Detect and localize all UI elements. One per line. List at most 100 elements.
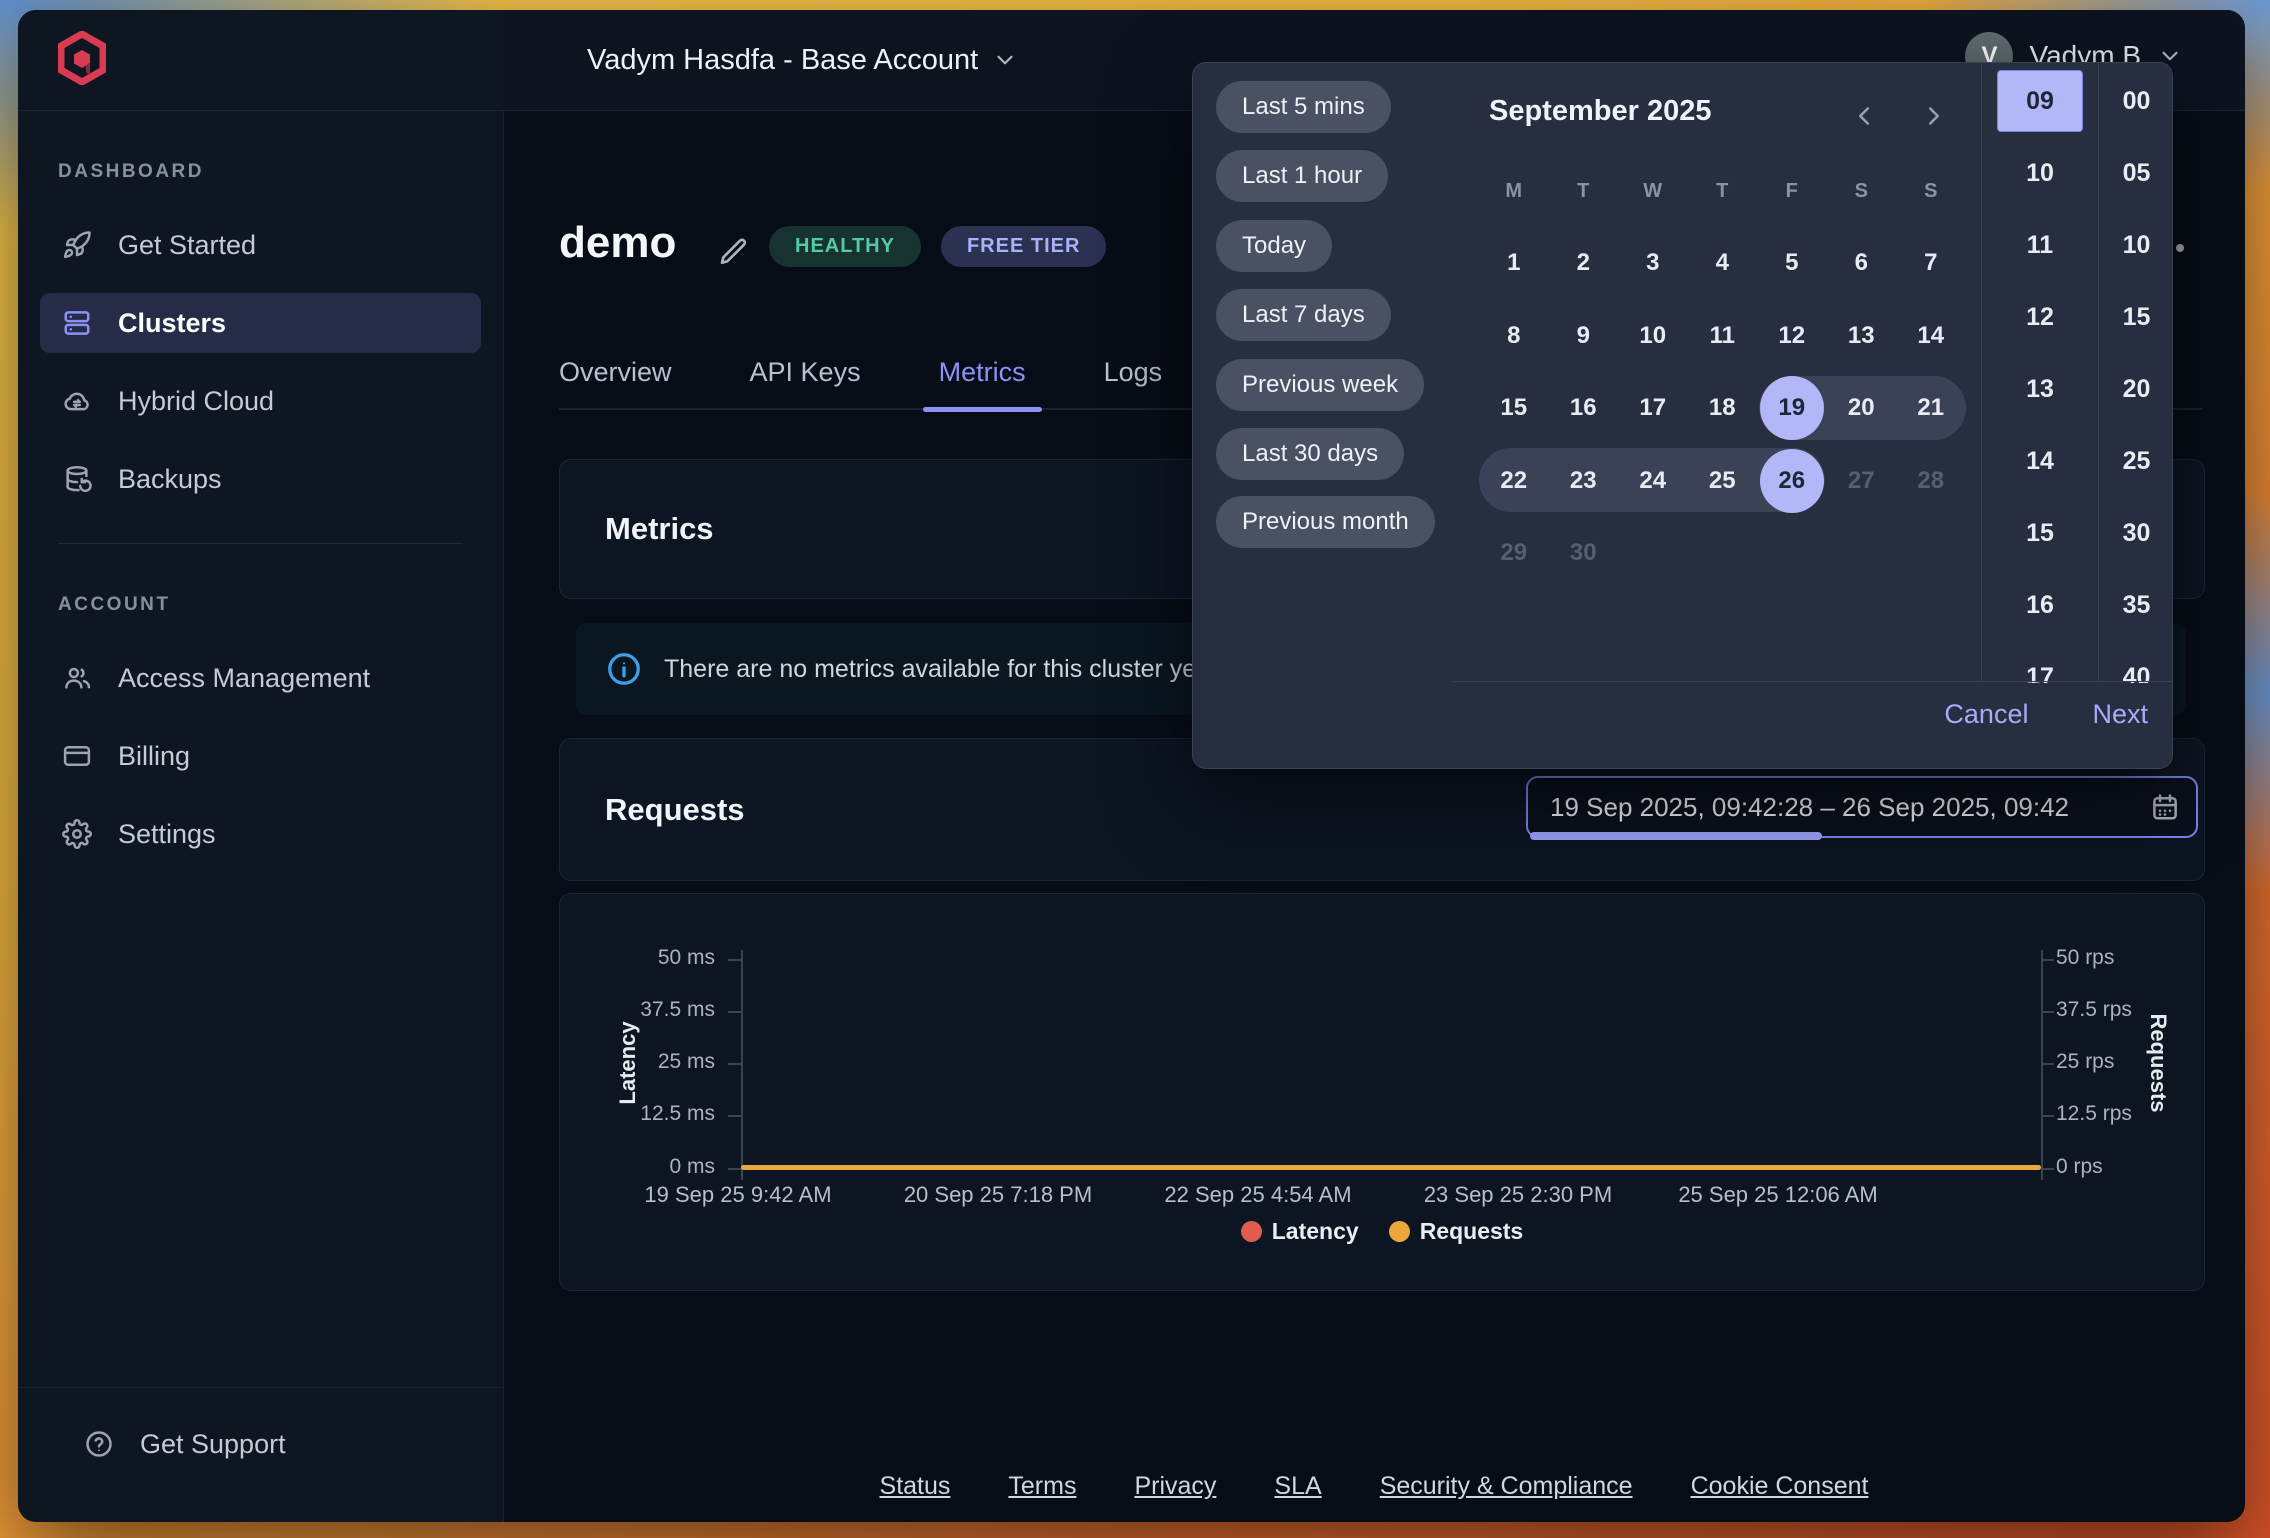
cancel-button[interactable]: Cancel bbox=[1944, 699, 2028, 730]
calendar-day[interactable]: 4 bbox=[1716, 249, 1729, 277]
legend-item-requests[interactable]: Requests bbox=[1389, 1218, 1524, 1245]
quickrange-last-7-days[interactable]: Last 7 days bbox=[1216, 289, 1391, 341]
hour-option[interactable]: 14 bbox=[1982, 425, 2098, 497]
calendar-day[interactable]: 18 bbox=[1709, 394, 1736, 422]
chevron-down-icon bbox=[992, 47, 1018, 73]
footer-link-security-compliance[interactable]: Security & Compliance bbox=[1380, 1472, 1633, 1501]
hour-option[interactable]: 15 bbox=[1982, 497, 2098, 569]
footer-link-terms[interactable]: Terms bbox=[1008, 1472, 1076, 1501]
footer-link-sla[interactable]: SLA bbox=[1274, 1472, 1321, 1501]
minute-option[interactable]: 30 bbox=[2099, 497, 2174, 569]
quickrange-last-30-days[interactable]: Last 30 days bbox=[1216, 428, 1404, 480]
footer-link-status[interactable]: Status bbox=[880, 1472, 951, 1501]
footer-link-cookie-consent[interactable]: Cookie Consent bbox=[1691, 1472, 1869, 1501]
calendar-day[interactable]: 23 bbox=[1570, 467, 1597, 495]
calendar-day[interactable]: 13 bbox=[1848, 322, 1875, 350]
minute-option[interactable]: 10 bbox=[2099, 209, 2174, 281]
calendar-cell: 17 bbox=[1618, 372, 1688, 445]
tab-metrics[interactable]: Metrics bbox=[939, 357, 1026, 388]
hour-option[interactable]: 10 bbox=[1982, 137, 2098, 209]
calendar-day[interactable]: 25 bbox=[1709, 467, 1736, 495]
calendar-day[interactable]: 15 bbox=[1500, 394, 1527, 422]
sidebar-item-backups[interactable]: Backups bbox=[40, 449, 481, 509]
hour-option[interactable]: 11 bbox=[1982, 209, 2098, 281]
calendar-day[interactable]: 24 bbox=[1639, 467, 1666, 495]
calendar-day[interactable]: 2 bbox=[1577, 249, 1590, 277]
tab-overview[interactable]: Overview bbox=[559, 357, 672, 388]
hour-option[interactable]: 13 bbox=[1982, 353, 2098, 425]
calendar-day[interactable]: 9 bbox=[1577, 322, 1590, 350]
minute-option[interactable]: 15 bbox=[2099, 281, 2174, 353]
minute-option[interactable]: 40 bbox=[2099, 641, 2174, 683]
sidebar-item-label: Clusters bbox=[118, 308, 226, 339]
minute-option[interactable]: 00 bbox=[2099, 65, 2174, 137]
sidebar-item-get-support[interactable]: Get Support bbox=[62, 1414, 459, 1474]
hour-option[interactable]: 09 bbox=[1982, 65, 2098, 137]
hour-option[interactable]: 12 bbox=[1982, 281, 2098, 353]
quickrange-last-1-hour[interactable]: Last 1 hour bbox=[1216, 150, 1388, 202]
calendar-day[interactable]: 1 bbox=[1507, 249, 1520, 277]
calendar-day[interactable]: 10 bbox=[1639, 322, 1666, 350]
calendar-day[interactable]: 3 bbox=[1646, 249, 1659, 277]
quickrange-previous-week[interactable]: Previous week bbox=[1216, 359, 1424, 411]
sidebar-section-label: ACCOUNT bbox=[58, 594, 503, 616]
hour-option[interactable]: 17 bbox=[1982, 641, 2098, 683]
sidebar-item-billing[interactable]: Billing bbox=[40, 726, 481, 786]
account-switcher-label: Vadym Hasdfa - Base Account bbox=[587, 44, 978, 77]
calendar-day[interactable]: 17 bbox=[1639, 394, 1666, 422]
footer-link-privacy[interactable]: Privacy bbox=[1134, 1472, 1216, 1501]
y-tick-label: 25 rps bbox=[2056, 1050, 2114, 1074]
sidebar-section-dashboard: DASHBOARDGet StartedClustersHybrid Cloud… bbox=[18, 161, 503, 509]
sidebar-item-clusters[interactable]: Clusters bbox=[40, 293, 481, 353]
quickrange-last-5-mins[interactable]: Last 5 mins bbox=[1216, 81, 1391, 133]
weekday-label: F bbox=[1757, 155, 1827, 227]
legend-item-latency[interactable]: Latency bbox=[1241, 1218, 1359, 1245]
tab-api-keys[interactable]: API Keys bbox=[750, 357, 861, 388]
minute-option[interactable]: 35 bbox=[2099, 569, 2174, 641]
calendar-day[interactable]: 30 bbox=[1570, 539, 1597, 567]
calendar-day[interactable]: 26 bbox=[1760, 449, 1824, 513]
calendar-day[interactable]: 21 bbox=[1917, 394, 1944, 422]
calendar-day[interactable]: 16 bbox=[1570, 394, 1597, 422]
calendar-day[interactable]: 14 bbox=[1917, 322, 1944, 350]
account-switcher[interactable]: Vadym Hasdfa - Base Account bbox=[587, 10, 1018, 110]
minute-option[interactable]: 20 bbox=[2099, 353, 2174, 425]
calendar-prev-button[interactable] bbox=[1849, 101, 1879, 131]
calendar-day[interactable]: 11 bbox=[1710, 322, 1735, 350]
minute-option[interactable]: 05 bbox=[2099, 137, 2174, 209]
sidebar-item-label: Hybrid Cloud bbox=[118, 386, 274, 417]
calendar-day[interactable]: 20 bbox=[1848, 394, 1875, 422]
next-button[interactable]: Next bbox=[2092, 699, 2148, 730]
calendar-cell: 2 bbox=[1549, 227, 1619, 300]
calendar-cell: 13 bbox=[1827, 300, 1897, 373]
y-axis-right bbox=[2041, 950, 2043, 1180]
calendar-day[interactable]: 5 bbox=[1785, 249, 1798, 277]
calendar-day[interactable]: 28 bbox=[1917, 467, 1944, 495]
calendar-next-button[interactable] bbox=[1919, 101, 1949, 131]
date-range-input[interactable]: 19 Sep 2025, 09:42:28 – 26 Sep 2025, 09:… bbox=[1526, 776, 2198, 838]
calendar-day[interactable]: 19 bbox=[1760, 376, 1824, 440]
calendar-day[interactable]: 6 bbox=[1855, 249, 1868, 277]
more-options-dot[interactable] bbox=[2176, 244, 2184, 252]
sidebar-item-settings[interactable]: Settings bbox=[40, 804, 481, 864]
divider bbox=[1453, 681, 2173, 682]
rocket-icon bbox=[62, 230, 92, 260]
quickrange-previous-month[interactable]: Previous month bbox=[1216, 496, 1435, 548]
calendar-icon[interactable] bbox=[2150, 792, 2180, 822]
sidebar-item-access-management[interactable]: Access Management bbox=[40, 648, 481, 708]
tab-logs[interactable]: Logs bbox=[1104, 357, 1163, 388]
hour-option[interactable]: 16 bbox=[1982, 569, 2098, 641]
edit-cluster-name-icon[interactable] bbox=[718, 236, 750, 268]
calendar-day[interactable]: 7 bbox=[1924, 249, 1937, 277]
sidebar-item-hybrid-cloud[interactable]: Hybrid Cloud bbox=[40, 371, 481, 431]
calendar-day[interactable]: 8 bbox=[1507, 322, 1520, 350]
sidebar-item-get-started[interactable]: Get Started bbox=[40, 215, 481, 275]
calendar-day[interactable]: 27 bbox=[1848, 467, 1875, 495]
calendar-day[interactable]: 29 bbox=[1500, 539, 1527, 567]
calendar-day[interactable]: 22 bbox=[1500, 467, 1527, 495]
qdrant-logo[interactable] bbox=[58, 31, 106, 90]
calendar-grid: MTWTFSS123456789101112131415161718192021… bbox=[1479, 155, 1966, 590]
minute-option[interactable]: 25 bbox=[2099, 425, 2174, 497]
quickrange-today[interactable]: Today bbox=[1216, 220, 1332, 272]
calendar-day[interactable]: 12 bbox=[1778, 322, 1805, 350]
